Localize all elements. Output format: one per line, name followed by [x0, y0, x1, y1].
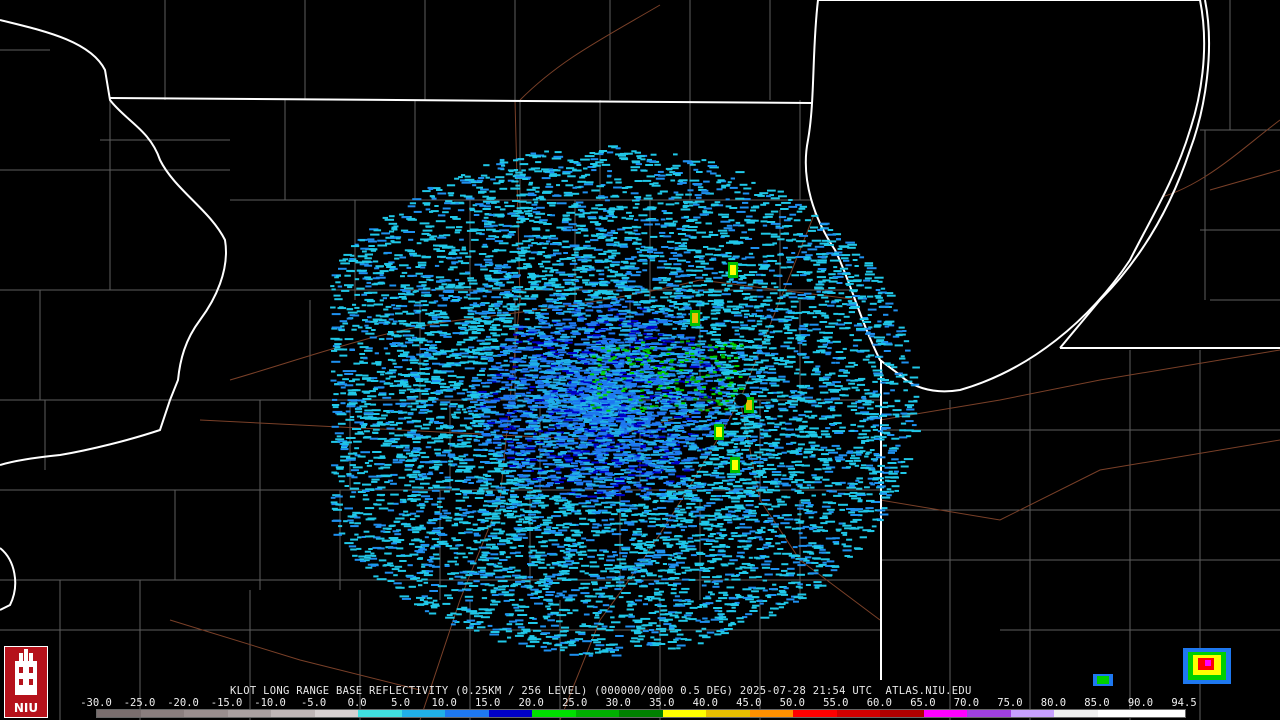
colorbar-label: 10.0: [431, 697, 457, 709]
colorbar-label: 80.0: [1040, 697, 1067, 709]
product-title: KLOT LONG RANGE BASE REFLECTIVITY (0.25K…: [230, 685, 972, 697]
colorbar-label: 70.0: [953, 697, 980, 709]
colorbar-swatch: [1097, 710, 1142, 717]
colorbar-label: 20.0: [518, 697, 544, 709]
colorbar-swatch: [358, 710, 402, 717]
colorbar-label: 5.0: [391, 697, 411, 709]
colorbar-swatch: [575, 710, 620, 717]
colorbar-swatch: [619, 710, 663, 717]
colorbar-label: 30.0: [605, 697, 631, 709]
colorbar-label: -20.0: [167, 697, 199, 709]
colorbar-label: 50.0: [779, 697, 805, 709]
colorbar-swatch: [1054, 710, 1098, 717]
colorbar-label: 15.0: [475, 697, 501, 709]
colorbar-label: 45.0: [736, 697, 762, 709]
colorbar-swatch: [1141, 710, 1185, 717]
university-tower-icon: [15, 649, 37, 695]
colorbar-swatch: [749, 710, 794, 717]
radar-map: [0, 0, 1280, 720]
colorbar-swatch: [140, 710, 185, 717]
colorbar-swatch: [184, 710, 228, 717]
colorbar-label: 40.0: [692, 697, 718, 709]
colorbar-swatch: [97, 710, 141, 717]
colorbar-label: 60.0: [866, 697, 893, 709]
colorbar-swatch: [271, 710, 315, 717]
logo-text: NIU: [13, 701, 39, 715]
colorbar-label: 0.0: [347, 697, 367, 709]
colorbar-swatch: [445, 710, 489, 717]
lake-michigan: [804, 0, 1206, 393]
colorbar-swatch: [314, 710, 359, 717]
colorbar-label: 94.5: [1171, 697, 1197, 709]
colorbar-label: 85.0: [1084, 697, 1110, 709]
colorbar-label: -5.0: [300, 697, 327, 709]
colorbar-label: -15.0: [210, 697, 243, 709]
colorbar-swatch: [967, 710, 1011, 717]
colorbar-swatch: [227, 710, 272, 717]
colorbar-label: 65.0: [910, 697, 936, 709]
colorbar-label: 25.0: [562, 697, 588, 709]
colorbar-label: 35.0: [649, 697, 675, 709]
colorbar-swatch: [923, 710, 968, 717]
colorbar-swatch: [532, 710, 576, 717]
colorbar-label: -25.0: [123, 697, 156, 709]
colorbar-swatch: [880, 710, 924, 717]
colorbar-label: -10.0: [254, 697, 286, 709]
colorbar-swatch: [401, 710, 446, 717]
colorbar-swatch: [793, 710, 837, 717]
colorbar-swatch: [1010, 710, 1055, 717]
colorbar-label: 55.0: [823, 697, 849, 709]
colorbar-swatch: [836, 710, 881, 717]
colorbar-swatch: [662, 710, 707, 717]
niu-logo: NIU: [4, 646, 48, 718]
colorbar-label: -30.0: [80, 697, 112, 709]
radar-site-marker: [735, 394, 747, 406]
colorbar-labels: -30.0 -25.0 -20.0 -15.0 -10.0 -5.0 0.0 5.0 10.0 1…: [80, 697, 1197, 709]
reflectivity-colorbar: [96, 709, 1186, 718]
colorbar-swatch: [488, 710, 533, 717]
colorbar-label: 75.0: [997, 697, 1023, 709]
colorbar-swatch: [706, 710, 750, 717]
colorbar-label: 90.0: [1127, 697, 1154, 709]
